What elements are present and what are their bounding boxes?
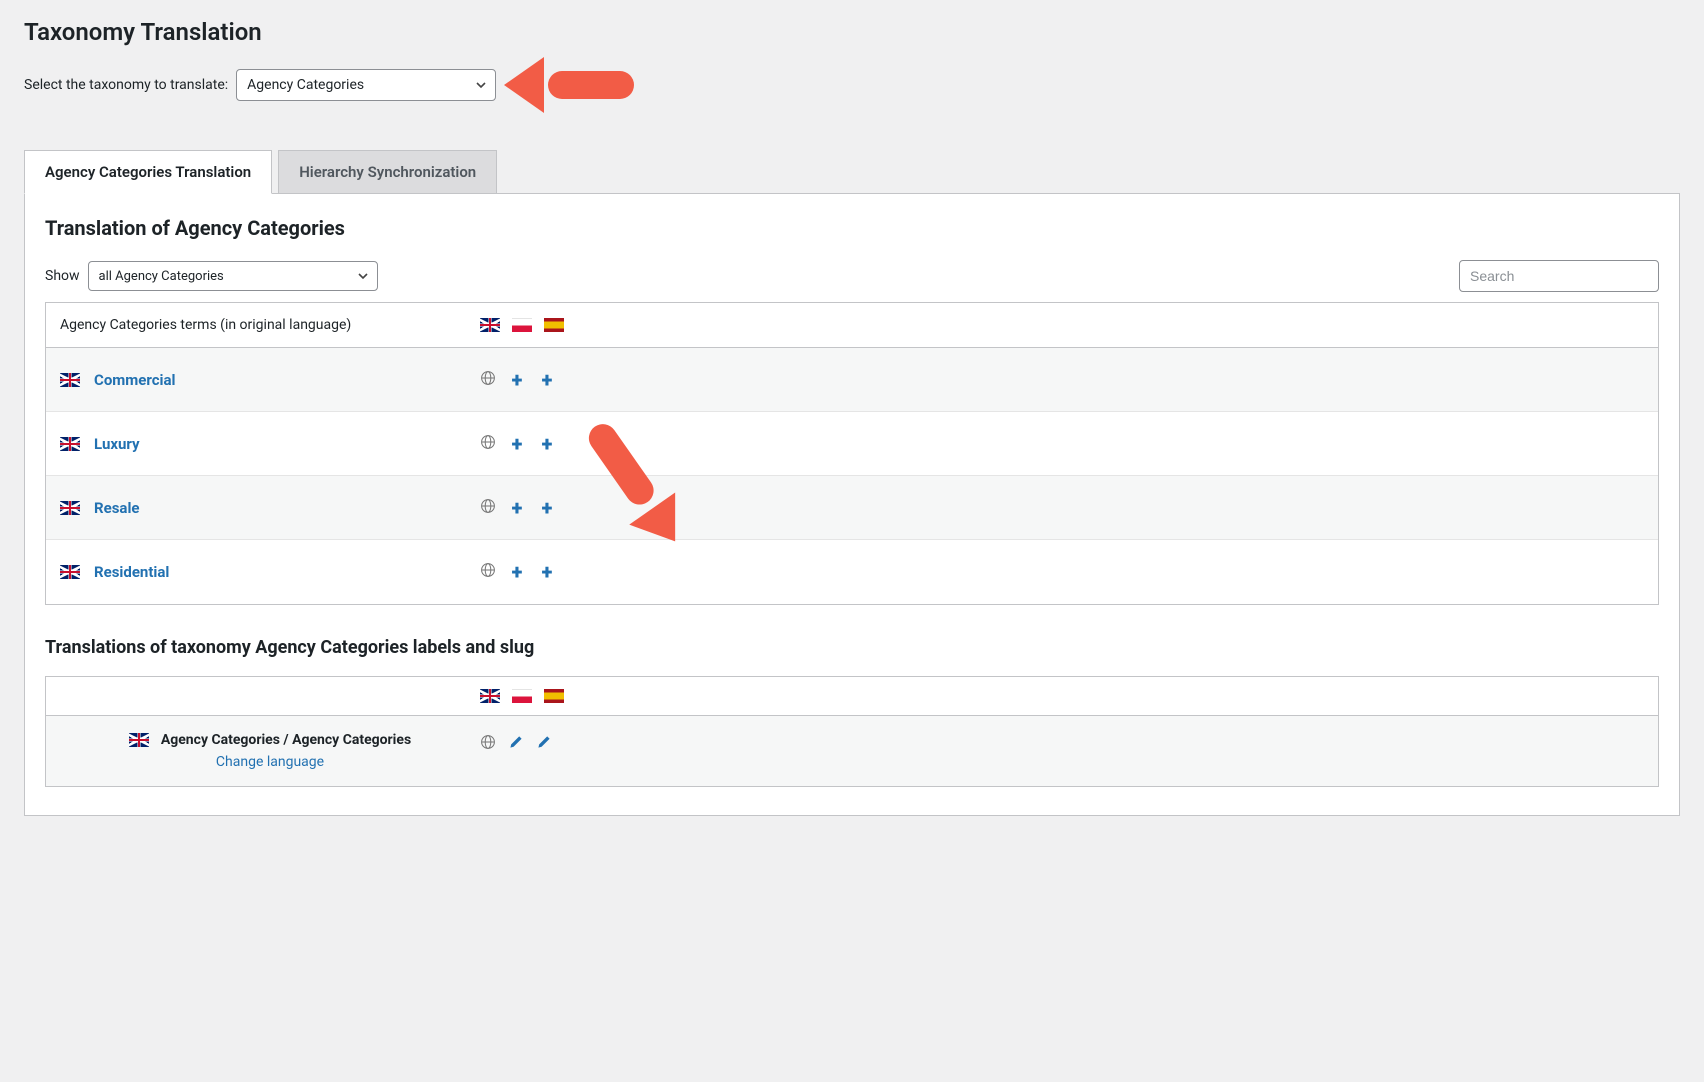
term-link-luxury[interactable]: Luxury	[94, 435, 140, 453]
page-title: Taxonomy Translation	[24, 18, 1680, 46]
taxonomy-select-value: Agency Categories	[247, 77, 364, 93]
flag-es-icon	[544, 689, 564, 703]
term-link-commercial[interactable]: Commercial	[94, 371, 176, 389]
add-translation-es-icon[interactable]: +	[538, 563, 556, 581]
chevron-down-icon	[357, 270, 369, 282]
add-translation-es-icon[interactable]: +	[538, 435, 556, 453]
table-row: Residential + +	[46, 540, 1658, 604]
chevron-down-icon	[475, 79, 487, 91]
globe-icon	[480, 370, 496, 390]
flag-es-icon	[544, 318, 564, 332]
flag-uk-icon	[480, 318, 500, 332]
tab-hierarchy-sync[interactable]: Hierarchy Synchronization	[278, 150, 497, 194]
add-translation-pl-icon[interactable]: +	[508, 371, 526, 389]
table-row: Agency Categories / Agency Categories Ch…	[46, 716, 1658, 786]
edit-translation-pl-icon[interactable]	[508, 734, 524, 754]
flag-uk-icon	[480, 689, 500, 703]
flag-uk-icon	[60, 501, 80, 515]
edit-translation-es-icon[interactable]	[536, 734, 552, 754]
annotation-arrow-1	[504, 60, 634, 110]
table-row: Luxury + +	[46, 412, 1658, 476]
table-header-term: Agency Categories terms (in original lan…	[60, 317, 480, 333]
flag-uk-icon	[60, 565, 80, 579]
globe-icon	[480, 434, 496, 454]
flag-uk-icon	[60, 437, 80, 451]
globe-icon	[480, 498, 496, 518]
table-header-flags	[480, 318, 564, 332]
add-translation-pl-icon[interactable]: +	[508, 435, 526, 453]
add-translation-pl-icon[interactable]: +	[508, 499, 526, 517]
taxonomy-select[interactable]: Agency Categories	[236, 69, 496, 101]
tab-translation[interactable]: Agency Categories Translation	[24, 150, 272, 194]
add-translation-pl-icon[interactable]: +	[508, 563, 526, 581]
globe-icon	[480, 562, 496, 582]
flag-pl-icon	[512, 689, 532, 703]
section-heading-translation: Translation of Agency Categories	[45, 216, 1659, 240]
show-filter-select[interactable]: all Agency Categories	[88, 261, 378, 291]
show-filter-value: all Agency Categories	[99, 269, 224, 284]
add-translation-es-icon[interactable]: +	[538, 371, 556, 389]
globe-icon	[480, 734, 496, 754]
flag-uk-icon	[129, 733, 149, 747]
change-language-link[interactable]: Change language	[216, 754, 324, 770]
taxonomy-slug-label: Agency Categories / Agency Categories	[161, 732, 411, 748]
table-row: Commercial + +	[46, 348, 1658, 412]
term-link-residential[interactable]: Residential	[94, 563, 169, 581]
show-label: Show	[45, 268, 80, 284]
table2-header-flags	[480, 689, 564, 703]
add-translation-es-icon[interactable]: +	[538, 499, 556, 517]
search-input[interactable]	[1459, 260, 1659, 292]
section-heading-labels-slug: Translations of taxonomy Agency Categori…	[45, 637, 1659, 658]
table-row: Resale + +	[46, 476, 1658, 540]
term-link-resale[interactable]: Resale	[94, 499, 140, 517]
flag-pl-icon	[512, 318, 532, 332]
taxonomy-selector-label: Select the taxonomy to translate:	[24, 77, 228, 93]
flag-uk-icon	[60, 373, 80, 387]
